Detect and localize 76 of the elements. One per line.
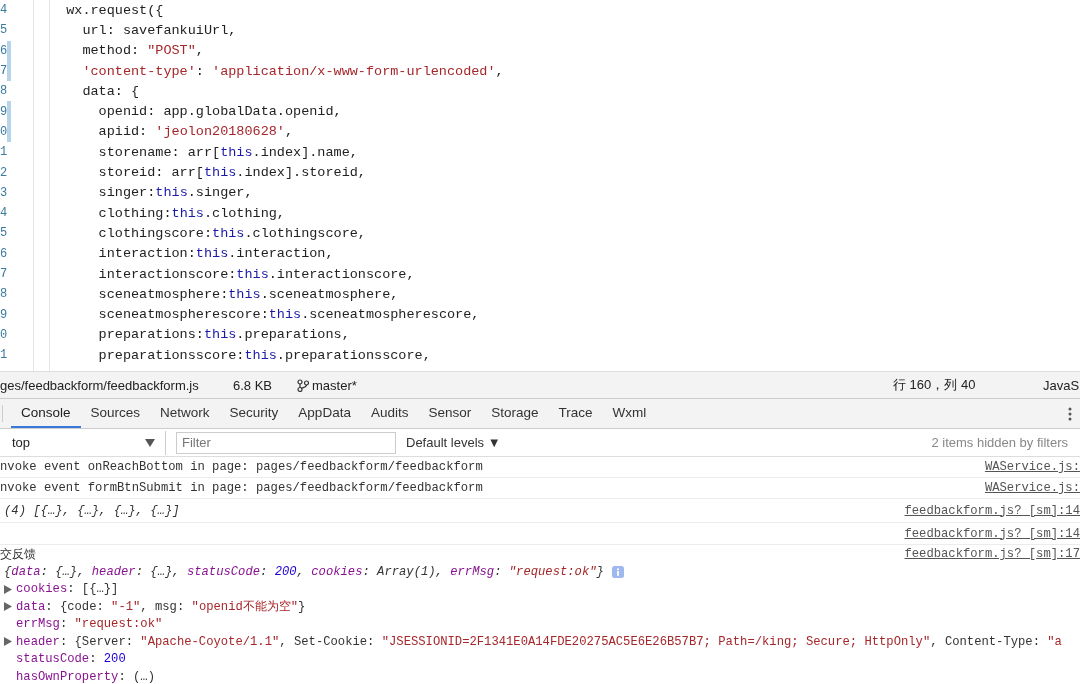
line-number: 3 bbox=[0, 185, 7, 200]
property-line: hasOwnProperty: (…) bbox=[16, 669, 155, 684]
devtools-tab[interactable]: Storage bbox=[481, 399, 549, 428]
line-number: 9 bbox=[0, 307, 7, 322]
devtools-tab[interactable]: Audits bbox=[360, 399, 419, 428]
source-link[interactable]: WAService.js: bbox=[984, 481, 1080, 495]
code-line: openid: app.globalData.openid, bbox=[97, 104, 342, 120]
line-number: 4 bbox=[0, 3, 7, 18]
branch-name: master* bbox=[312, 377, 357, 393]
devtools-tab[interactable]: Console bbox=[11, 399, 81, 428]
code-line: interaction:this.interaction, bbox=[97, 246, 334, 262]
source-link[interactable]: feedbackform.js? [sm]:14 bbox=[904, 526, 1080, 541]
line-number: 1 bbox=[0, 145, 7, 160]
line-number: 4 bbox=[0, 206, 7, 221]
devtools-tab[interactable]: Sensor bbox=[418, 399, 482, 428]
cursor-position: 行 160，列 40 bbox=[893, 376, 977, 394]
log-message: nvoke event onReachBottom in page: pages/feedbackform/feedbackform bbox=[0, 460, 483, 474]
filter-field[interactable]: Filter bbox=[176, 431, 396, 454]
line-number: 5 bbox=[0, 23, 7, 38]
devtools-tab[interactable]: Sources bbox=[80, 399, 151, 428]
line-number: 6 bbox=[0, 246, 7, 261]
source-link[interactable]: feedbackform.js? [sm]:14 bbox=[904, 503, 1080, 518]
code-line: sceneatmospherescore:this.sceneatmospherescore, bbox=[97, 307, 480, 323]
expand-arrow-icon[interactable] bbox=[4, 602, 12, 612]
expand-arrow-icon[interactable] bbox=[4, 584, 12, 594]
code-line: 'content-type': 'application/x-www-form-urlencoded', bbox=[81, 63, 504, 79]
devtools-tab[interactable]: Security bbox=[219, 399, 289, 428]
code-line: wx.request({ bbox=[65, 2, 164, 18]
code-line: url: savefankuiUrl, bbox=[81, 22, 237, 38]
code-line: preparations:this.preparations, bbox=[97, 327, 350, 343]
more-menu-icon[interactable] bbox=[1068, 406, 1072, 421]
property-line: errMsg: "request:ok" bbox=[16, 617, 163, 632]
line-number: 5 bbox=[0, 226, 7, 241]
log-levels-dropdown[interactable]: Default levels ▼ bbox=[402, 435, 505, 450]
code-line: singer:this.singer, bbox=[97, 185, 253, 201]
line-number: 1 bbox=[0, 348, 7, 363]
devtools-tab[interactable]: AppData bbox=[288, 399, 361, 428]
line-number: 9 bbox=[0, 104, 7, 119]
property-line: data: {code: "-1", msg: "openid不能为空"} bbox=[16, 599, 306, 616]
line-number: 0 bbox=[0, 124, 7, 139]
log-message: nvoke event formBtnSubmit in page: pages/feedbackform/feedbackform bbox=[0, 481, 483, 495]
code-line: preparationsscore:this.preparationsscore, bbox=[97, 347, 431, 363]
source-link[interactable]: WAService.js: bbox=[984, 460, 1080, 474]
code-line: sceneatmosphere:this.sceneatmosphere, bbox=[97, 286, 399, 302]
code-line: storeid: arr[this.index].storeid, bbox=[97, 165, 366, 180]
hidden-items-note: 2 items hidden by filters bbox=[931, 435, 1068, 450]
array-summary: (4) [{…}, {…}, {…}, {…}] bbox=[4, 503, 180, 518]
language-mode: JavaS bbox=[1043, 377, 1080, 393]
devtools-tab[interactable]: Trace bbox=[548, 399, 603, 428]
code-line: apiid: 'jeolon20180628', bbox=[97, 124, 294, 140]
line-number: 6 bbox=[0, 43, 7, 58]
expand-arrow-icon[interactable] bbox=[4, 637, 12, 647]
line-number: 8 bbox=[0, 287, 7, 302]
caret-icon bbox=[145, 438, 155, 447]
code-line: data: { bbox=[81, 83, 140, 99]
property-line: header: {Server: "Apache-Coyote/1.1", Set-Cookie: "JSESSIONID=2F1341E0A14FDE20275AC5E6E26B57B7; Path=/king; Secure; HttpOnly", Content-Type: "a bbox=[16, 634, 1062, 649]
devtools-tab[interactable]: Network bbox=[150, 399, 220, 428]
file-size: 6.8 KB bbox=[233, 377, 274, 393]
devtools-tab[interactable]: Wxml bbox=[602, 399, 657, 428]
source-link[interactable]: feedbackform.js? [sm]:17 bbox=[904, 547, 1080, 561]
code-line: method: "POST", bbox=[81, 43, 204, 59]
object-summary[interactable]: {data: {…}, header: {…}, statusCode: 200, cookies: Array(1), errMsg: "request:ok"} bbox=[4, 564, 604, 579]
property-line: statusCode: 200 bbox=[16, 652, 126, 667]
code-line: interactionscore:this.interactionscore, bbox=[97, 266, 415, 282]
line-number: 7 bbox=[0, 64, 7, 79]
code-line: clothing:this.clothing, bbox=[97, 205, 285, 221]
line-number: 0 bbox=[0, 327, 7, 342]
property-line: cookies: [{…}] bbox=[16, 582, 119, 597]
file-path: ges/feedbackform/feedbackform.js bbox=[0, 377, 200, 393]
line-number: 7 bbox=[0, 267, 7, 281]
code-line: storename: arr[this.index].name, bbox=[97, 144, 358, 160]
log-message: 交反馈 bbox=[0, 545, 36, 563]
line-number: 2 bbox=[0, 165, 7, 180]
branch-icon bbox=[297, 378, 309, 392]
code-line: clothingscore:this.clothingscore, bbox=[97, 225, 366, 241]
line-number: 8 bbox=[0, 84, 7, 99]
